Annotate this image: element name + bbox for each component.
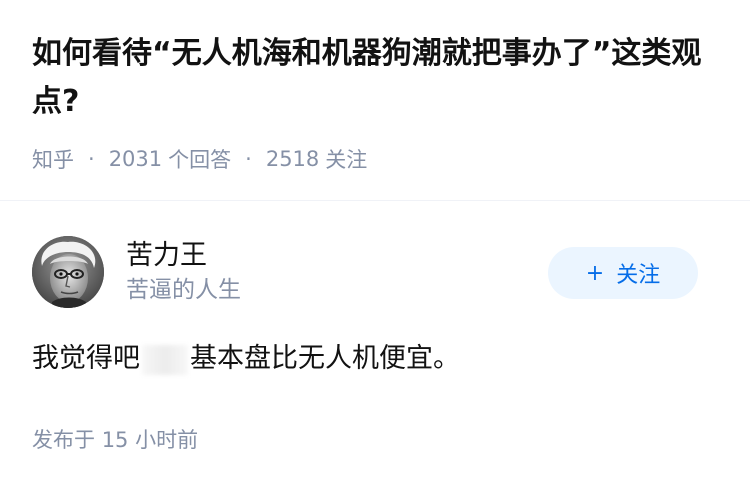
- portrait-avatar-icon: [32, 236, 104, 308]
- section-divider: [0, 200, 750, 201]
- plus-icon: +: [585, 260, 605, 286]
- follow-button[interactable]: + 关注: [548, 247, 698, 299]
- source-label[interactable]: 知乎: [32, 144, 74, 174]
- answers-count: 2031: [108, 147, 163, 171]
- answers-label: 个回答: [168, 148, 232, 172]
- answer-content[interactable]: 我觉得吧 基本盘比无人机便宜。: [32, 339, 718, 379]
- redacted-blur: [142, 344, 188, 375]
- publish-value: 15 小时前: [101, 428, 199, 452]
- question-meta: 知乎 · 2031 个回答 · 2518 关注: [32, 144, 722, 174]
- answer-text-start: 我觉得吧: [32, 343, 140, 374]
- publish-label: 发布于: [32, 428, 95, 452]
- question-header: 如何看待“无人机海和机器狗潮就把事办了”这类观点? 知乎 · 2031 个回答 …: [32, 30, 722, 174]
- meta-separator: ·: [245, 147, 252, 171]
- question-title[interactable]: 如何看待“无人机海和机器狗潮就把事办了”这类观点?: [32, 30, 722, 126]
- author-avatar[interactable]: [32, 236, 104, 308]
- answer-text-end: 基本盘比无人机便宜。: [190, 343, 460, 374]
- answer-card: 苦力王 苦逼的人生 + 关注 我觉得吧 基本盘比无人机便宜。: [32, 235, 718, 379]
- publish-time: 发布于 15 小时前: [32, 424, 198, 454]
- follow-label: 关注: [616, 263, 661, 288]
- followers-count: 2518: [265, 147, 320, 171]
- meta-separator: ·: [88, 147, 95, 171]
- followers-label: 关注: [325, 148, 368, 172]
